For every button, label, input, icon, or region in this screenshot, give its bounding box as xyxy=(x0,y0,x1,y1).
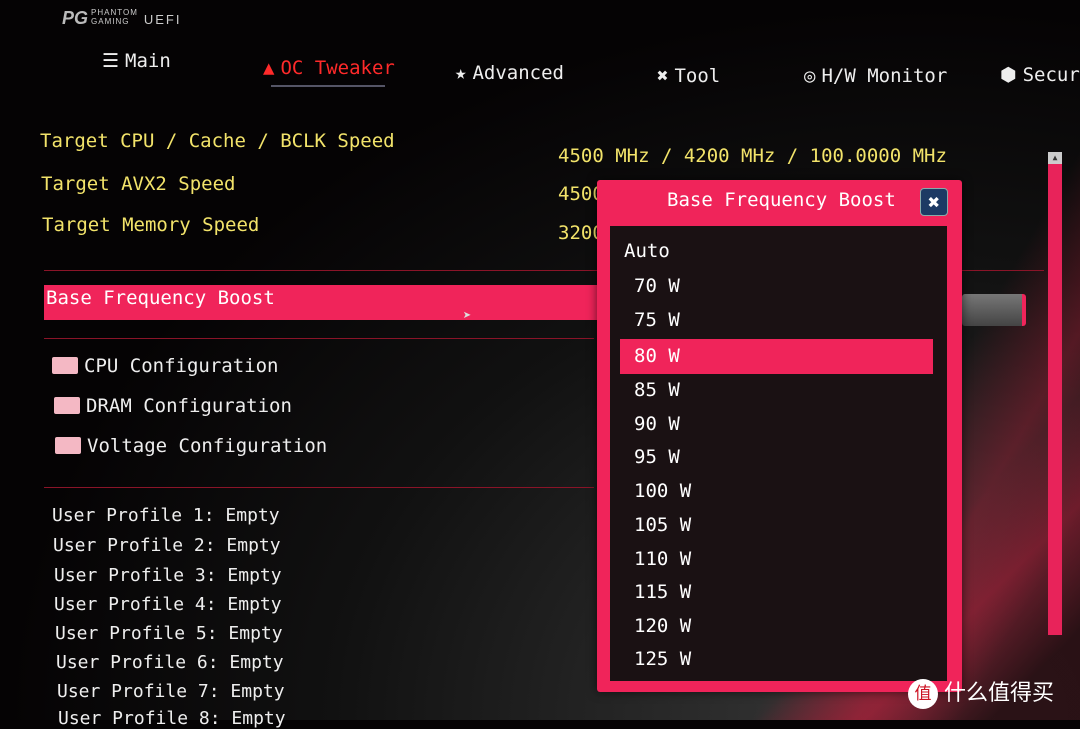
user-profile-4[interactable]: User Profile 4: Empty xyxy=(54,594,282,615)
option-value-slider[interactable] xyxy=(962,294,1026,326)
user-profile-1[interactable]: User Profile 1: Empty xyxy=(52,505,280,526)
option-80-w[interactable]: 80 W xyxy=(620,339,933,374)
target-memory-label: Target Memory Speed xyxy=(42,214,260,236)
folder-icon xyxy=(54,397,80,414)
phantom-gaming-logo: PG PHANTOM GAMING UEFI xyxy=(62,8,182,28)
user-profile-6[interactable]: User Profile 6: Empty xyxy=(56,652,284,673)
star-icon: ★ xyxy=(455,62,467,84)
option-100-w[interactable]: 100 W xyxy=(620,474,933,509)
tab-advanced[interactable]: ★ Advanced xyxy=(455,62,564,84)
base-frequency-boost-label: Base Frequency Boost xyxy=(46,287,275,309)
user-profile-5[interactable]: User Profile 5: Empty xyxy=(55,623,283,644)
option-125-w[interactable]: 125 W xyxy=(620,642,933,677)
tab-hw-monitor[interactable]: ◎ H/W Monitor xyxy=(804,65,947,87)
option-75-w[interactable]: 75 W xyxy=(620,303,933,338)
option-90-w[interactable]: 90 W xyxy=(620,407,933,442)
monitor-icon: ◎ xyxy=(804,65,816,87)
tools-icon: ✖ xyxy=(657,65,669,87)
tab-main[interactable]: ☰ Main xyxy=(102,50,171,72)
rocket-icon: ▲ xyxy=(263,57,275,79)
divider xyxy=(44,487,594,488)
user-profile-3[interactable]: User Profile 3: Empty xyxy=(54,565,282,586)
mouse-cursor-icon: ➤ xyxy=(463,308,472,324)
user-profile-8[interactable]: User Profile 8: Empty xyxy=(58,708,286,729)
option-85-w[interactable]: 85 W xyxy=(620,373,933,408)
list-icon: ☰ xyxy=(102,50,120,72)
option-115-w[interactable]: 115 W xyxy=(620,575,933,610)
target-cpu-label: Target CPU / Cache / BCLK Speed xyxy=(40,130,395,152)
base-frequency-boost-row[interactable]: Base Frequency Boost xyxy=(44,285,599,320)
scrollbar[interactable]: ▲ xyxy=(1048,152,1062,635)
option-70-w[interactable]: 70 W xyxy=(620,269,933,304)
voltage-configuration-item[interactable]: Voltage Configuration xyxy=(55,435,327,457)
folder-icon xyxy=(55,437,81,454)
tab-oc-tweaker[interactable]: ▲ OC Tweaker xyxy=(263,57,395,87)
tab-tool[interactable]: ✖ Tool xyxy=(657,65,720,87)
dram-configuration-item[interactable]: DRAM Configuration xyxy=(54,395,292,417)
option-110-w[interactable]: 110 W xyxy=(620,542,933,577)
base-frequency-boost-dialog: Base Frequency Boost ✖ Auto 70 W 75 W 80 W8… xyxy=(597,180,962,692)
options-list: Auto 70 W 75 W 80 W 85 W 90 W 95 W 100 W 105 W 11… xyxy=(610,226,947,681)
user-profile-7[interactable]: User Profile 7: Empty xyxy=(57,681,285,702)
divider xyxy=(44,338,594,339)
option-105-w[interactable]: 105 W xyxy=(620,508,933,543)
cpu-configuration-item[interactable]: CPU Configuration xyxy=(52,355,278,377)
option-120-w[interactable]: 120 W xyxy=(620,609,933,644)
shield-icon: ⬢ xyxy=(1000,64,1017,86)
target-avx2-label: Target AVX2 Speed xyxy=(41,173,236,195)
folder-icon xyxy=(52,357,78,374)
watermark: 值什么值得买 xyxy=(908,675,1054,709)
tab-security[interactable]: ⬢ Secur xyxy=(1000,64,1080,86)
option-auto[interactable]: Auto xyxy=(620,234,933,269)
target-cpu-value: 4500 MHz / 4200 MHz / 100.0000 MHz xyxy=(558,145,947,167)
scroll-up-arrow-icon[interactable]: ▲ xyxy=(1048,152,1062,164)
option-95-w[interactable]: 95 W xyxy=(620,440,933,475)
user-profile-2[interactable]: User Profile 2: Empty xyxy=(53,535,281,556)
close-icon[interactable]: ✖ xyxy=(920,188,948,216)
dialog-title: Base Frequency Boost xyxy=(667,189,896,211)
